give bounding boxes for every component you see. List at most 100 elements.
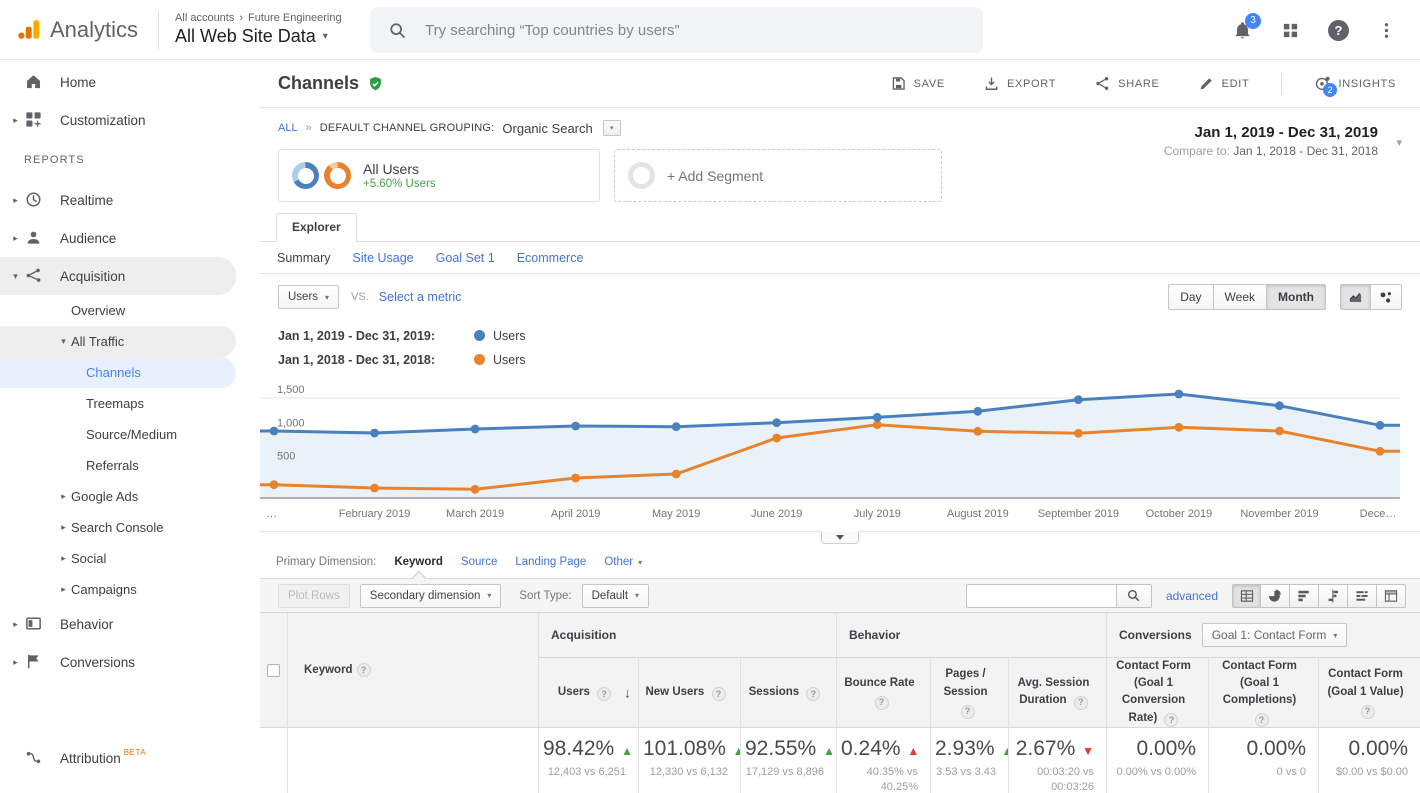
expand-arrow-icon[interactable]: ▾ [8, 271, 23, 282]
sidebar-item-campaigns[interactable]: ▸Campaigns [0, 574, 236, 605]
primary-dimension-landing-page[interactable]: Landing Page [515, 556, 586, 568]
sort-descending-icon[interactable]: ↓ [624, 682, 631, 703]
primary-dimension-other[interactable]: Other ▾ [604, 556, 642, 568]
expand-arrow-icon[interactable]: ▸ [56, 491, 71, 502]
sidebar-item-realtime[interactable]: ▸Realtime [0, 181, 236, 219]
expand-arrow-icon[interactable]: ▸ [8, 115, 23, 126]
help-icon[interactable]: ? [875, 696, 889, 710]
expand-arrow-icon[interactable]: ▸ [8, 233, 23, 244]
column-header-contact-form-goal-1-conversion-rate[interactable]: Contact Form (Goal 1 Conversion Rate) ? [1106, 658, 1208, 728]
subtab-summary[interactable]: Summary [277, 251, 330, 265]
breadcrumb-all-accounts[interactable]: All accounts [175, 12, 234, 24]
primary-dimension-source[interactable]: Source [461, 556, 497, 568]
sidebar-item-home[interactable]: Home [0, 63, 236, 101]
breadcrumb-account[interactable]: Future Engineering [248, 12, 342, 24]
performance-view-button[interactable] [1290, 584, 1319, 608]
subtab-ecommerce[interactable]: Ecommerce [517, 251, 584, 265]
sidebar-item-search-console[interactable]: ▸Search Console [0, 512, 236, 543]
granularity-day-button[interactable]: Day [1168, 284, 1213, 310]
sort-type-dropdown[interactable]: Default ▾ [582, 584, 649, 608]
table-search-input[interactable] [966, 584, 1116, 608]
help-icon[interactable]: ? [597, 687, 611, 701]
date-range-selector[interactable]: Jan 1, 2019 - Dec 31, 2019 Compare to: J… [1164, 124, 1378, 158]
help-icon[interactable]: ? [712, 687, 726, 701]
column-header-sessions[interactable]: Sessions ? [740, 658, 836, 728]
sidebar-item-customization[interactable]: ▸Customization [0, 101, 236, 139]
expand-arrow-icon[interactable]: ▸ [8, 619, 23, 630]
column-header-pages-session[interactable]: Pages / Session ? [930, 658, 1008, 728]
tab-explorer[interactable]: Explorer [276, 213, 357, 242]
sidebar-item-treemaps[interactable]: Treemaps [0, 388, 236, 419]
share-button[interactable]: SHARE [1088, 74, 1165, 93]
account-breadcrumb[interactable]: All accounts › Future Engineering [175, 12, 342, 24]
select-all-checkbox[interactable] [267, 664, 280, 677]
sidebar-item-channels[interactable]: Channels [0, 357, 236, 388]
apps-grid-icon[interactable] [1281, 21, 1300, 40]
column-header-contact-form-goal-1-completions[interactable]: Contact Form (Goal 1 Completions) ? [1208, 658, 1318, 728]
save-button[interactable]: SAVE [884, 74, 951, 93]
help-icon[interactable]: ? [806, 687, 820, 701]
primary-dimension-keyword[interactable]: Keyword [394, 556, 443, 568]
goal-selector-dropdown[interactable]: Goal 1: Contact Form▾ [1202, 623, 1348, 647]
expand-arrow-icon[interactable]: ▾ [56, 336, 71, 347]
sidebar-item-source-medium[interactable]: Source/Medium [0, 419, 236, 450]
expand-arrow-icon[interactable]: ▸ [8, 195, 23, 206]
column-header-new-users[interactable]: New Users ? [638, 658, 740, 728]
property-selector[interactable]: All accounts › Future Engineering All We… [175, 12, 342, 47]
insights-button[interactable]: 2INSIGHTS [1308, 74, 1402, 93]
expand-arrow-icon[interactable]: ▸ [56, 553, 71, 564]
segment-all-users[interactable]: All Users +5.60% Users [278, 149, 600, 202]
help-icon[interactable]: ? [1074, 696, 1088, 710]
export-button[interactable]: EXPORT [977, 74, 1062, 93]
channel-grouping-dropdown[interactable]: ▾ [603, 120, 621, 136]
sidebar-item-all-traffic[interactable]: ▾All Traffic [0, 326, 236, 357]
help-icon[interactable]: ? [1361, 705, 1375, 719]
help-icon[interactable]: ? [1255, 713, 1269, 727]
help-icon[interactable]: ? [1164, 713, 1178, 727]
sidebar-item-conversions[interactable]: ▸Conversions [0, 643, 236, 681]
column-header-contact-form-goal-1-value[interactable]: Contact Form (Goal 1 Value) ? [1318, 658, 1420, 728]
expand-arrow-icon[interactable]: ▸ [56, 522, 71, 533]
column-header-keyword[interactable]: Keyword? [287, 613, 538, 728]
term-cloud-view-button[interactable] [1348, 584, 1377, 608]
column-header-users[interactable]: Users ?↓ [538, 658, 638, 728]
table-search-button[interactable] [1116, 584, 1152, 608]
global-search-input[interactable] [423, 21, 965, 40]
table-view-button[interactable] [1232, 584, 1261, 608]
annotations-drawer-toggle[interactable] [821, 531, 859, 544]
granularity-week-button[interactable]: Week [1214, 284, 1267, 310]
add-segment-button[interactable]: + Add Segment [614, 149, 942, 202]
edit-button[interactable]: EDIT [1192, 74, 1256, 93]
sidebar-item-audience[interactable]: ▸Audience [0, 219, 236, 257]
global-search[interactable] [370, 7, 983, 53]
subtab-site-usage[interactable]: Site Usage [352, 251, 413, 265]
select-metric-link[interactable]: Select a metric [379, 290, 462, 304]
motion-chart-view-button[interactable] [1371, 284, 1402, 310]
subtab-goal-set-1[interactable]: Goal Set 1 [436, 251, 495, 265]
column-header-bounce-rate[interactable]: Bounce Rate ? [836, 658, 930, 728]
line-chart-view-button[interactable] [1340, 284, 1371, 310]
advanced-search-link[interactable]: advanced [1166, 589, 1218, 603]
sidebar-item-behavior[interactable]: ▸Behavior [0, 605, 236, 643]
expand-arrow-icon[interactable]: ▸ [8, 657, 23, 668]
analytics-logo[interactable]: Analytics [0, 17, 138, 43]
column-header-avg-session-duration[interactable]: Avg. Session Duration ? [1008, 658, 1106, 728]
help-icon[interactable]: ? [1328, 20, 1349, 41]
sidebar-item-overview[interactable]: Overview [0, 295, 236, 326]
comparison-view-button[interactable] [1319, 584, 1348, 608]
help-icon[interactable]: ? [357, 663, 371, 677]
more-menu-icon[interactable] [1377, 21, 1396, 40]
pivot-view-button[interactable] [1377, 584, 1406, 608]
notifications-bell-icon[interactable]: 3 [1232, 20, 1253, 41]
sidebar-item-google-ads[interactable]: ▸Google Ads [0, 481, 236, 512]
plot-rows-button[interactable]: Plot Rows [278, 584, 350, 608]
sidebar-item-attribution[interactable]: AttributionBETA [0, 739, 236, 777]
sidebar-item-acquisition[interactable]: ▾Acquisition [0, 257, 236, 295]
sidebar-item-referrals[interactable]: Referrals [0, 450, 236, 481]
secondary-dimension-dropdown[interactable]: Secondary dimension ▾ [360, 584, 502, 608]
sidebar-item-social[interactable]: ▸Social [0, 543, 236, 574]
breadcrumb-all-link[interactable]: ALL [278, 122, 298, 134]
expand-arrow-icon[interactable]: ▸ [56, 584, 71, 595]
granularity-month-button[interactable]: Month [1267, 284, 1326, 310]
date-dropdown-caret-icon[interactable]: ▾ [1396, 136, 1402, 149]
